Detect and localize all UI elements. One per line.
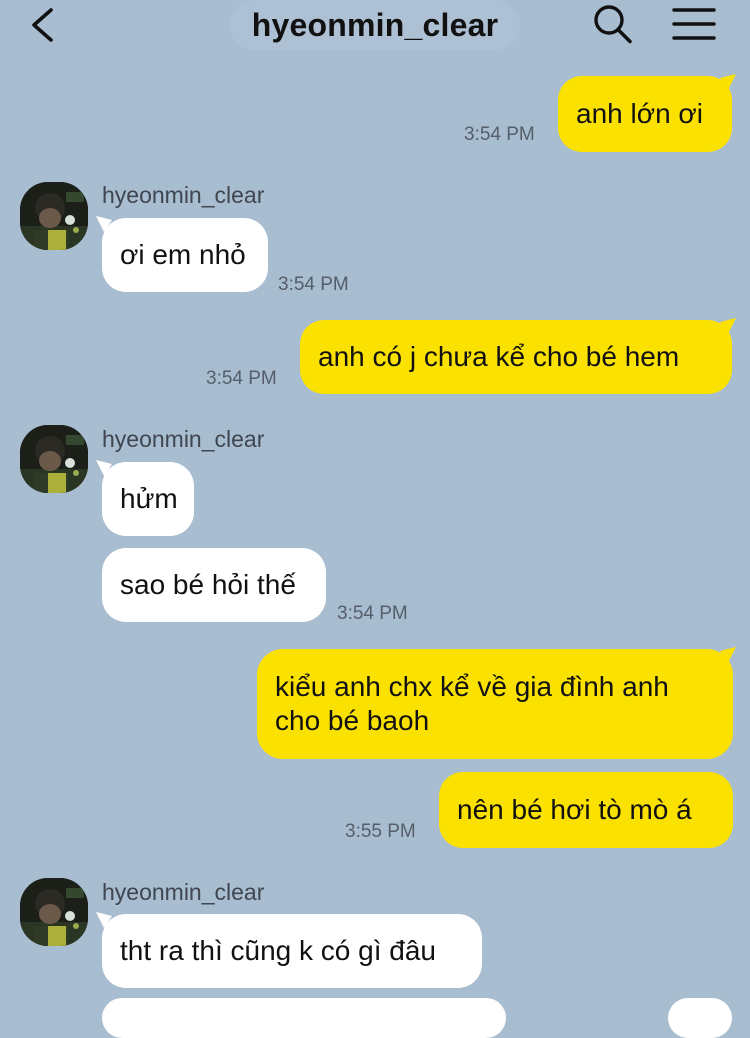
sender-name: hyeonmin_clear <box>102 182 265 208</box>
bubble-tail <box>720 318 736 334</box>
avatar-image <box>20 182 88 250</box>
message-bubble-partial[interactable] <box>102 998 506 1038</box>
message-text: tht ra thì cũng k có gì đâu <box>120 935 436 966</box>
message-time: 3:54 PM <box>337 603 408 624</box>
message-time: 3:55 PM <box>345 821 416 842</box>
message-bubble[interactable]: tht ra thì cũng k có gì đâu <box>102 914 482 988</box>
message-line: cho bé baoh <box>275 705 430 736</box>
message-time: 3:54 PM <box>206 368 277 389</box>
avatar-image <box>20 425 88 493</box>
message-text: nên bé hơi tò mò á <box>457 794 692 825</box>
message-text: anh có j chưa kể cho bé hem <box>318 341 680 372</box>
bubble-tail <box>720 74 736 90</box>
message-time: 3:54 PM <box>464 124 535 145</box>
bubble-tail <box>96 912 112 928</box>
message-time: 3:54 PM <box>278 274 349 295</box>
message-text: hửm <box>120 483 178 514</box>
sender-name: hyeonmin_clear <box>102 879 265 905</box>
message-text: anh lớn ơi <box>576 98 704 129</box>
bubble-tail <box>720 647 736 663</box>
back-button[interactable] <box>26 4 66 44</box>
avatar[interactable] <box>20 425 88 493</box>
avatar[interactable] <box>20 182 88 250</box>
menu-button[interactable] <box>672 6 716 42</box>
message-bubble[interactable]: nên bé hơi tò mò á <box>439 772 733 848</box>
search-icon <box>594 5 632 44</box>
message-text: sao bé hỏi thế <box>120 569 296 600</box>
message-bubble[interactable]: ơi em nhỏ <box>102 218 268 292</box>
hamburger-menu-icon <box>672 8 716 40</box>
chevron-left-icon <box>32 8 53 42</box>
chat-header: hyeonmin_clear <box>0 0 750 50</box>
avatar[interactable] <box>20 878 88 946</box>
message-bubble-partial[interactable] <box>668 998 732 1038</box>
bubble-tail <box>96 216 112 232</box>
message-bubble[interactable]: kiểu anh chx kể về gia đình anh cho bé b… <box>257 649 733 759</box>
search-button[interactable] <box>592 2 634 44</box>
message-bubble[interactable]: sao bé hỏi thế <box>102 548 326 622</box>
message-bubble[interactable]: anh có j chưa kể cho bé hem <box>300 320 732 394</box>
sender-name: hyeonmin_clear <box>102 426 265 452</box>
avatar-image <box>20 878 88 946</box>
message-line: kiểu anh chx kể về gia đình anh <box>275 671 669 702</box>
message-bubble[interactable]: anh lớn ơi <box>558 76 732 152</box>
message-text: ơi em nhỏ <box>120 239 246 270</box>
message-bubble[interactable]: hửm <box>102 462 194 536</box>
bubble-tail <box>96 460 112 476</box>
chat-title[interactable]: hyeonmin_clear <box>230 0 520 50</box>
